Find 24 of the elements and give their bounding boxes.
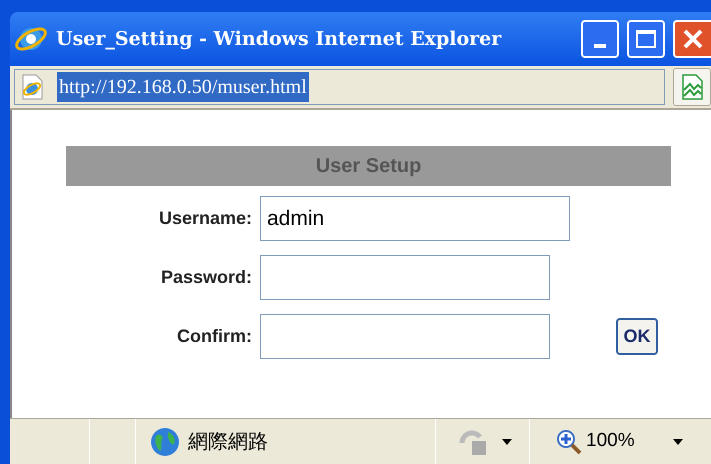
close-button[interactable] [673, 20, 711, 58]
page-icon [21, 74, 43, 100]
address-text: http://192.168.0.50/muser.html [57, 72, 309, 102]
zoom-level[interactable]: 100% [586, 427, 635, 456]
input-field[interactable] [260, 255, 550, 300]
minimize-button[interactable] [581, 20, 619, 58]
chart-page-icon [681, 74, 703, 100]
security-zone: 網際網路 [188, 430, 268, 454]
globe-icon [150, 426, 180, 456]
field-label: Username: [158, 207, 253, 230]
form-header: User Setup [66, 146, 671, 186]
zoom-icon[interactable] [556, 428, 582, 454]
address-field[interactable]: http://192.168.0.50/muser.html [14, 69, 665, 105]
ok-button[interactable]: OK [616, 318, 658, 355]
compatibility-button[interactable] [673, 68, 711, 106]
window-title: User_Setting - Windows Internet Explorer [56, 26, 502, 52]
maximize-button[interactable] [627, 20, 665, 58]
field-label: Confirm: [176, 325, 253, 348]
field-label: Password: [160, 266, 253, 289]
caret-icon[interactable] [502, 438, 512, 444]
input-field[interactable] [260, 314, 550, 359]
caret-icon[interactable] [672, 438, 683, 444]
input-field[interactable]: admin [260, 196, 570, 241]
close-icon [682, 28, 704, 50]
